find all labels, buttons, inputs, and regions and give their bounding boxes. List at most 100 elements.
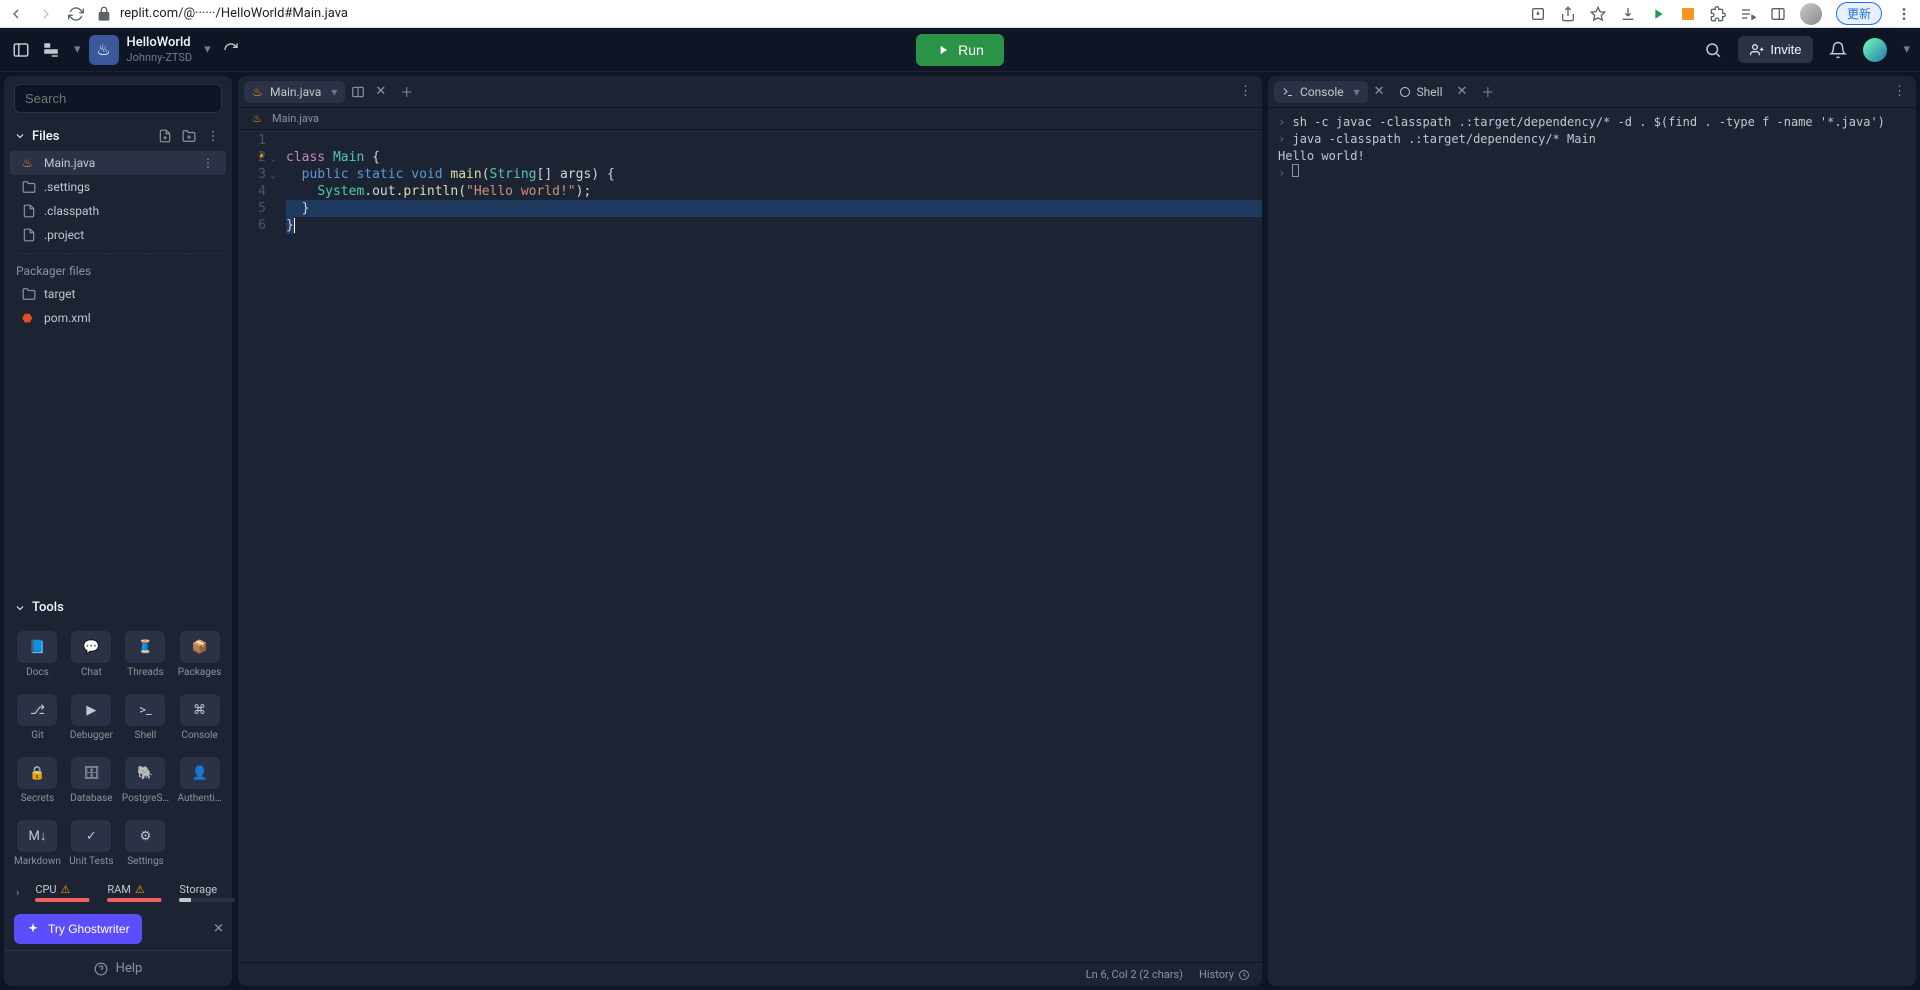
tool-label: Debugger	[70, 730, 113, 741]
history-icon	[1238, 969, 1250, 981]
tab-shell[interactable]: Shell	[1391, 81, 1451, 103]
update-button[interactable]: 更新	[1836, 2, 1882, 25]
file-item-classpath[interactable]: .classpath	[10, 199, 226, 223]
file-item-pom[interactable]: ⬣ pom.xml	[10, 306, 226, 330]
tool-git[interactable]: ⎇Git	[12, 688, 63, 747]
files-menu-icon[interactable]	[204, 127, 222, 145]
new-tab-icon[interactable]: ＋	[1473, 78, 1502, 105]
file-item-main-java[interactable]: ♨ Main.java ⋮	[10, 151, 226, 175]
forward-icon[interactable]	[38, 6, 54, 22]
help-label: Help	[116, 961, 143, 976]
tool-icon: 📘	[17, 631, 57, 663]
reload-icon[interactable]	[68, 6, 84, 22]
search-icon[interactable]	[1700, 37, 1726, 63]
notifications-icon[interactable]	[1825, 37, 1851, 63]
url-text: replit.com/@······/HelloWorld#Main.java	[120, 6, 348, 21]
star-icon[interactable]	[1590, 6, 1606, 22]
sidepanel-icon[interactable]	[1770, 6, 1786, 22]
tool-postgres[interactable]: 🐘PostgreS…	[120, 751, 171, 810]
run-button[interactable]: Run	[916, 34, 1004, 66]
tool-packages[interactable]: 📦Packages	[175, 625, 224, 684]
tool-docs[interactable]: 📘Docs	[12, 625, 63, 684]
user-chevron-icon[interactable]: ▾	[1903, 42, 1910, 57]
chrome-avatar[interactable]	[1800, 3, 1822, 25]
resync-icon[interactable]	[219, 38, 243, 62]
file-name: .classpath	[44, 204, 99, 218]
close-icon[interactable]: ✕	[213, 922, 224, 937]
file-name: target	[44, 287, 75, 301]
tool-debugger[interactable]: ▶Debugger	[67, 688, 116, 747]
tool-markdown[interactable]: M↓Markdown	[12, 814, 63, 873]
file-item-project[interactable]: .project	[10, 223, 226, 247]
repl-chevron-icon[interactable]: ▾	[204, 42, 211, 57]
ext-replit-icon[interactable]	[1650, 6, 1666, 22]
tab-label: Main.java	[270, 85, 321, 99]
tool-database[interactable]: 🗄 Database	[67, 751, 116, 810]
user-avatar[interactable]	[1863, 38, 1887, 62]
tool-label: Database	[70, 793, 112, 804]
tool-icon: 🗄	[71, 757, 111, 789]
playlist-icon[interactable]	[1740, 6, 1756, 22]
split-icon[interactable]	[347, 83, 369, 101]
install-icon[interactable]	[1530, 6, 1546, 22]
ext-orange-icon[interactable]	[1680, 6, 1696, 22]
tool-secrets[interactable]: 🔒Secrets	[12, 751, 63, 810]
url-bar[interactable]: replit.com/@······/HelloWorld#Main.java	[96, 6, 1518, 22]
console-output[interactable]: › sh -c javac -classpath .:target/depend…	[1268, 108, 1916, 986]
close-tab-icon[interactable]: ✕	[1452, 82, 1471, 101]
console-menu-icon[interactable]: ⋮	[1889, 82, 1910, 101]
code-editor[interactable]: 1▲ 2⌄ 3⌄ 4 5 6 class Main { public stati…	[238, 130, 1262, 962]
extensions-icon[interactable]	[1710, 6, 1726, 22]
help-button[interactable]: Help	[4, 950, 232, 986]
tab-main-java[interactable]: ♨ Main.java ▾	[244, 81, 345, 103]
back-icon[interactable]	[8, 6, 24, 22]
tool-settings[interactable]: ⚙Settings	[120, 814, 171, 873]
editor-menu-icon[interactable]: ⋮	[1235, 82, 1256, 101]
file-name: Main.java	[44, 156, 95, 170]
tool-shell[interactable]: >_Shell	[120, 688, 171, 747]
new-folder-icon[interactable]	[180, 127, 198, 145]
files-header[interactable]: Files	[4, 121, 232, 151]
search-input[interactable]	[14, 84, 222, 113]
files-label: Files	[32, 129, 59, 144]
ghostwriter-button[interactable]: Try Ghostwriter	[14, 914, 142, 944]
tools-header[interactable]: Tools	[4, 594, 232, 621]
cursor-position[interactable]: Ln 6, Col 2 (2 chars)	[1086, 968, 1183, 981]
download-icon[interactable]	[1620, 6, 1636, 22]
close-tab-icon[interactable]: ✕	[371, 82, 390, 101]
sidebar-toggle-icon[interactable]	[10, 39, 32, 61]
tool-label: Threads	[127, 667, 163, 678]
replit-logo-icon[interactable]	[40, 39, 62, 61]
tool-label: Unit Tests	[69, 856, 113, 867]
tool-label: Packages	[178, 667, 222, 678]
resource-chevron-icon[interactable]: ›	[16, 886, 19, 899]
file-name: .settings	[44, 180, 90, 194]
file-more-icon[interactable]: ⋮	[202, 156, 214, 170]
cpu-meter: CPU ⚠	[35, 883, 91, 902]
tab-console[interactable]: Console ▾	[1274, 81, 1368, 103]
tab-chevron-icon[interactable]: ▾	[1354, 85, 1360, 99]
repl-title: HelloWorld	[127, 35, 193, 51]
repl-owner: Johnny-ZTSD	[127, 51, 193, 64]
chrome-menu-icon[interactable]	[1896, 6, 1912, 22]
tool-unittests[interactable]: ✓Unit Tests	[67, 814, 116, 873]
tool-chat[interactable]: 💬Chat	[67, 625, 116, 684]
tab-chevron-icon[interactable]: ▾	[331, 85, 337, 99]
invite-button[interactable]: Invite	[1738, 36, 1813, 63]
file-item-target[interactable]: target	[10, 282, 226, 306]
warning-icon: ⚠	[135, 883, 145, 896]
new-tab-icon[interactable]: ＋	[392, 78, 421, 105]
tool-threads[interactable]: 🧵Threads	[120, 625, 171, 684]
tool-authenti[interactable]: 👤Authenti…	[175, 751, 224, 810]
share-icon[interactable]	[1560, 6, 1576, 22]
tab-label: Console	[1300, 85, 1344, 99]
file-item-settings[interactable]: .settings	[10, 175, 226, 199]
new-file-icon[interactable]	[156, 127, 174, 145]
java-icon: ♨	[22, 156, 36, 170]
close-tab-icon[interactable]: ✕	[1370, 82, 1389, 101]
tool-console[interactable]: ⌘Console	[175, 688, 224, 747]
history-button[interactable]: History	[1199, 968, 1250, 981]
repl-language-badge: ♨	[89, 35, 119, 65]
editor-tab-bar: ♨ Main.java ▾ ✕ ＋ ⋮	[238, 76, 1262, 108]
logo-chevron-icon[interactable]: ▾	[74, 42, 81, 57]
